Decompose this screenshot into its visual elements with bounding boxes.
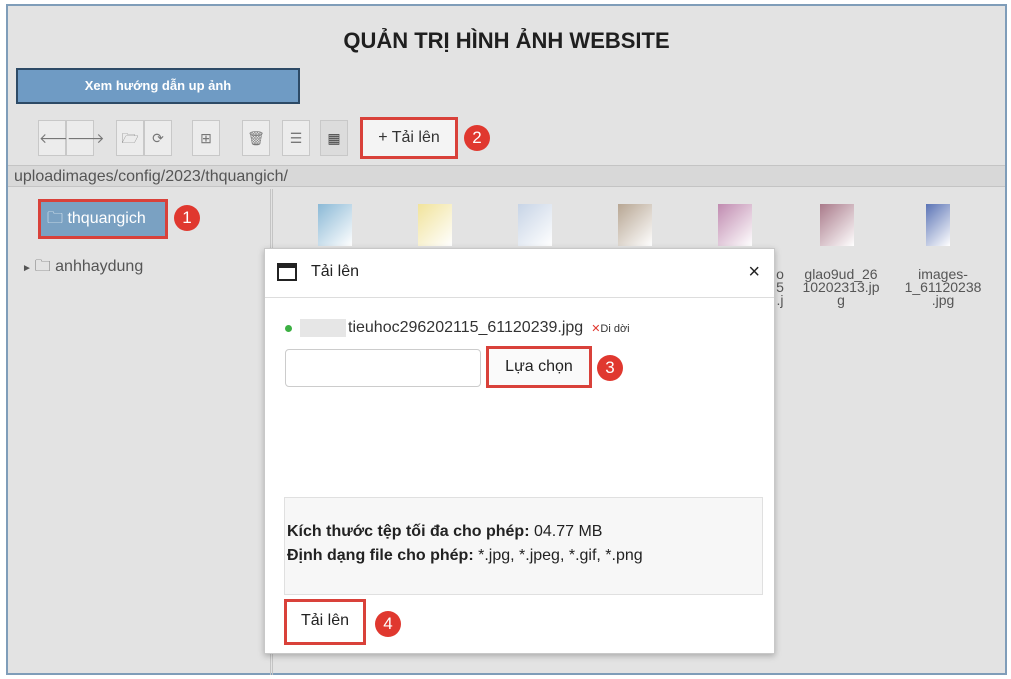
- file-path-input[interactable]: [285, 349, 481, 387]
- file-thumbnail[interactable]: [718, 204, 752, 246]
- file-name: tieuhoc296202115_61120239.jpg: [348, 319, 584, 337]
- file-thumbnail[interactable]: [318, 204, 352, 246]
- dialog-header: Tải lên ×: [265, 249, 774, 298]
- remove-file-link[interactable]: ✕Di dời: [591, 323, 629, 335]
- list-view-icon[interactable]: ☰: [282, 120, 310, 156]
- upload-info-box: Kích thước tệp tối đa cho phép: 04.77 MB…: [284, 497, 763, 595]
- page-title: QUẢN TRỊ HÌNH ẢNH WEBSITE: [343, 28, 670, 53]
- formats-line: Định dạng file cho phép: *.jpg, *.jpeg, …: [287, 547, 643, 564]
- choose-file-button[interactable]: Lựa chọn: [486, 346, 592, 388]
- toolbar: 🡐 🡒 🗁 ⟳ ⊞ 🗑 ☰ ▦ + Tải lên 2: [16, 116, 1001, 162]
- path-breadcrumb: uploadimages/config/2023/thquangich/: [8, 165, 1005, 187]
- folder-tree: 🗀 thquangich 1 ► 🗀 anhhaydung: [8, 189, 273, 675]
- upload-dialog: Tải lên × tieuhoc296202115_61120239.jpg ✕…: [264, 248, 775, 654]
- step-badge-4: 4: [375, 611, 401, 637]
- step-badge-1: 1: [174, 205, 200, 231]
- file-thumbnail[interactable]: [518, 204, 552, 246]
- status-dot-icon: [285, 324, 292, 332]
- new-folder-icon[interactable]: ⊞: [192, 120, 220, 156]
- step-badge-3: 3: [597, 355, 623, 381]
- expand-arrow-icon[interactable]: ►: [22, 263, 35, 274]
- upload-button[interactable]: + Tải lên: [360, 117, 458, 159]
- tree-item-anhhaydung[interactable]: ► 🗀 anhhaydung: [22, 255, 143, 282]
- window-icon: [277, 263, 297, 281]
- file-thumbnail[interactable]: [418, 204, 452, 246]
- step-badge-2: 2: [464, 125, 490, 151]
- file-thumbnail[interactable]: [926, 204, 950, 246]
- close-icon[interactable]: ×: [748, 261, 760, 284]
- refresh-icon[interactable]: ⟳: [144, 120, 172, 156]
- folder-icon: 🗀: [47, 210, 68, 227]
- file-thumbnail[interactable]: [820, 204, 854, 246]
- blurred-region: [300, 319, 346, 337]
- dialog-title: Tải lên: [311, 263, 360, 280]
- selected-file-entry: tieuhoc296202115_61120239.jpg ✕Di dời: [285, 319, 630, 337]
- file-label: images- 1_61120238 .jpg: [904, 266, 982, 308]
- grid-view-icon[interactable]: ▦: [320, 120, 348, 156]
- open-folder-icon[interactable]: 🗁: [116, 120, 144, 156]
- file-thumbnail[interactable]: [618, 204, 652, 246]
- tree-item-thquangich[interactable]: 🗀 thquangich: [38, 199, 168, 239]
- trash-icon[interactable]: 🗑: [242, 120, 270, 156]
- submit-upload-button[interactable]: Tải lên: [284, 599, 366, 645]
- folder-icon: 🗀: [34, 258, 56, 275]
- forward-arrow-icon[interactable]: 🡒: [66, 120, 105, 156]
- back-arrow-icon[interactable]: 🡐: [38, 120, 77, 156]
- guide-button[interactable]: Xem hướng dẫn up ảnh: [16, 68, 300, 104]
- file-label: glao9ud_26 10202313.jp g: [802, 266, 880, 308]
- max-size-line: Kích thước tệp tối đa cho phép: 04.77 MB: [287, 523, 603, 540]
